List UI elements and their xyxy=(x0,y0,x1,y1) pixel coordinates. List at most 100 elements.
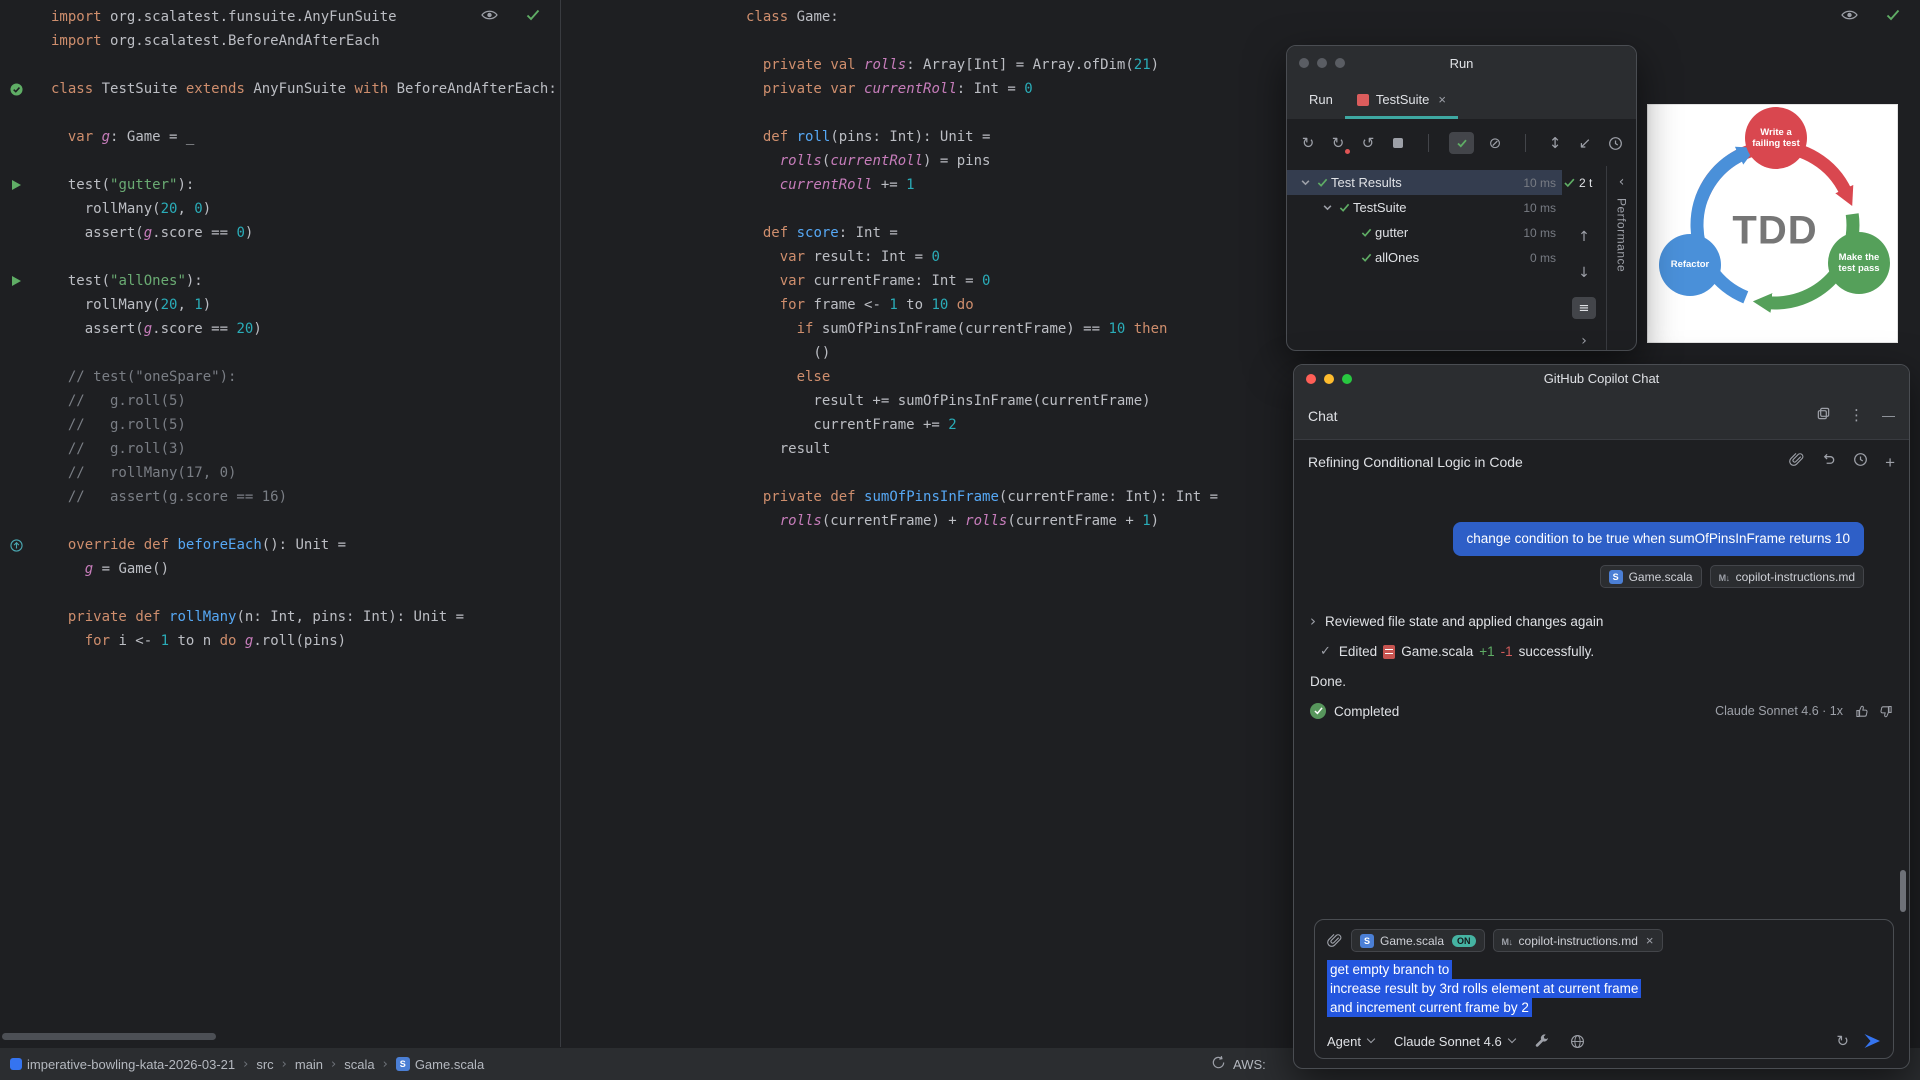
breadcrumb-item[interactable]: SGame.scala xyxy=(396,1057,484,1072)
stop-icon[interactable] xyxy=(1389,131,1407,155)
rerun-failed-icon[interactable]: ↻ xyxy=(1329,131,1347,155)
code-line[interactable] xyxy=(562,29,1920,53)
expand-chevron-icon[interactable]: › xyxy=(1310,612,1316,630)
chat-input-box[interactable]: SGame.scalaONM↓copilot-instructions.md× … xyxy=(1314,919,1894,1059)
web-icon[interactable] xyxy=(1570,1034,1585,1049)
check-gutter[interactable] xyxy=(0,77,51,101)
code-line[interactable] xyxy=(0,53,560,77)
code-line[interactable] xyxy=(0,509,560,533)
rerun-icon[interactable]: ↻ xyxy=(1299,131,1317,155)
highlight-eye-icon[interactable] xyxy=(481,8,498,26)
breadcrumb-item[interactable]: scala xyxy=(344,1057,374,1072)
sort-icon[interactable]: ↕ xyxy=(1546,131,1564,155)
history-icon[interactable] xyxy=(1853,452,1868,472)
close-icon[interactable]: × xyxy=(1646,933,1654,948)
expand-chevron-icon[interactable] xyxy=(1319,203,1335,212)
send-icon[interactable] xyxy=(1863,1033,1881,1049)
attach-icon[interactable] xyxy=(1789,452,1804,472)
window-controls[interactable] xyxy=(1306,374,1352,384)
tab-testsuite[interactable]: TestSuite × xyxy=(1345,80,1458,119)
no-problems-icon[interactable] xyxy=(1886,8,1900,26)
code-line[interactable]: test("gutter"): xyxy=(0,173,560,197)
code-line[interactable]: for i <- 1 to n do g.roll(pins) xyxy=(0,629,560,653)
show-passed-icon[interactable] xyxy=(1449,131,1474,155)
breadcrumb-item[interactable]: main xyxy=(295,1057,323,1072)
next-occurrence-icon[interactable]: ↓ xyxy=(1562,265,1606,281)
close-icon[interactable]: × xyxy=(1438,92,1446,107)
prompt-line[interactable]: and increment current frame by 2 xyxy=(1327,998,1532,1017)
collapse-panel-icon[interactable]: ‹ xyxy=(1607,174,1636,190)
model-selector[interactable]: Claude Sonnet 4.6 xyxy=(1394,1034,1515,1049)
window-controls[interactable] xyxy=(1299,58,1345,68)
code-line[interactable]: g = Game() xyxy=(0,557,560,581)
more-options-icon[interactable]: ⋮ xyxy=(1849,408,1864,423)
code-line[interactable] xyxy=(0,581,560,605)
on-badge[interactable]: ON xyxy=(1452,935,1476,947)
code-line[interactable]: assert(g.score == 20) xyxy=(0,317,560,341)
code-line[interactable]: // test("oneSpare"): xyxy=(0,365,560,389)
tab-run[interactable]: Run xyxy=(1297,80,1345,119)
filter-icon[interactable]: ≡ xyxy=(1572,297,1596,319)
code-line[interactable]: private def rollMany(n: Int, pins: Int):… xyxy=(0,605,560,629)
auto-test-icon[interactable]: ↺ xyxy=(1359,131,1377,155)
expand-panel-icon[interactable]: › xyxy=(1562,333,1606,349)
code-line[interactable]: var g: Game = _ xyxy=(0,125,560,149)
file-ref-chip[interactable]: SGame.scalaON xyxy=(1351,929,1485,952)
code-line[interactable]: override def beforeEach(): Unit = xyxy=(0,533,560,557)
code-line[interactable] xyxy=(0,341,560,365)
agent-step-row[interactable]: › Reviewed file state and applied change… xyxy=(1310,612,1603,630)
prompt-line[interactable]: increase result by 3rd rolls element at … xyxy=(1327,979,1641,998)
test-tree-row[interactable]: gutter10 ms xyxy=(1287,220,1562,245)
resend-icon[interactable]: ↻ xyxy=(1836,1034,1849,1049)
run-tool-window[interactable]: Run Run TestSuite × ↻↻↺⊘↕↙ Test Results1… xyxy=(1286,45,1637,351)
code-line[interactable]: assert(g.score == 0) xyxy=(0,221,560,245)
close-icon[interactable] xyxy=(1306,374,1316,384)
open-in-editor-icon[interactable] xyxy=(1816,406,1831,426)
breadcrumb-item[interactable]: src xyxy=(256,1057,273,1072)
minimize-icon[interactable] xyxy=(1324,374,1334,384)
code-line[interactable]: private val rolls: Array[Int] = Array.of… xyxy=(562,53,1920,77)
file-ref-chip[interactable]: M↓copilot-instructions.md xyxy=(1710,565,1864,588)
test-tree-row[interactable]: allOnes0 ms xyxy=(1287,245,1562,270)
code-line[interactable]: import org.scalatest.funsuite.AnyFunSuit… xyxy=(0,5,560,29)
mode-selector[interactable]: Agent xyxy=(1327,1034,1374,1049)
tools-icon[interactable] xyxy=(1535,1034,1550,1049)
minimize-icon[interactable] xyxy=(1317,58,1327,68)
zoom-icon[interactable] xyxy=(1342,374,1352,384)
prompt-line[interactable]: get empty branch to xyxy=(1327,960,1452,979)
new-chat-icon[interactable]: + xyxy=(1885,454,1895,471)
copilot-chat-window[interactable]: GitHub Copilot Chat Chat ⋮ — Refining Co… xyxy=(1293,364,1910,1069)
code-line[interactable]: // g.roll(5) xyxy=(0,413,560,437)
tab-chat[interactable]: Chat xyxy=(1308,408,1338,424)
run-window-titlebar[interactable]: Run xyxy=(1287,46,1636,80)
history-icon[interactable] xyxy=(1606,131,1624,155)
code-line[interactable] xyxy=(0,101,560,125)
code-line[interactable]: class TestSuite extends AnyFunSuite with… xyxy=(0,77,560,101)
code-line[interactable] xyxy=(0,149,560,173)
code-line[interactable]: rollMany(20, 0) xyxy=(0,197,560,221)
file-ref-chip[interactable]: SGame.scala xyxy=(1600,565,1702,588)
import-icon[interactable]: ↙ xyxy=(1576,131,1594,155)
performance-tab[interactable]: Performance xyxy=(1615,198,1629,272)
code-line[interactable]: // g.roll(3) xyxy=(0,437,560,461)
editor-pane-testsuite[interactable]: import org.scalatest.funsuite.AnyFunSuit… xyxy=(0,0,561,1047)
run-gutter[interactable] xyxy=(0,269,51,293)
edited-file-name[interactable]: Game.scala xyxy=(1401,644,1473,659)
test-tree-row[interactable]: TestSuite10 ms xyxy=(1287,195,1562,220)
expand-chevron-icon[interactable] xyxy=(1297,178,1313,187)
ovr-gutter[interactable] xyxy=(0,533,51,557)
show-ignored-icon[interactable]: ⊘ xyxy=(1486,131,1504,155)
prompt-text-selected[interactable]: get empty branch toincrease result by 3r… xyxy=(1327,960,1881,1017)
undo-icon[interactable] xyxy=(1821,452,1836,472)
attach-icon[interactable] xyxy=(1327,933,1342,948)
thumbs-up-icon[interactable] xyxy=(1855,704,1870,719)
file-ref-chip[interactable]: M↓copilot-instructions.md× xyxy=(1493,929,1663,952)
hide-icon[interactable]: — xyxy=(1882,408,1895,423)
aws-widget[interactable]: AWS: xyxy=(1211,1048,1266,1080)
code-line[interactable]: rollMany(20, 1) xyxy=(0,293,560,317)
code-line[interactable]: class Game: xyxy=(562,5,1920,29)
code-line[interactable]: test("allOnes"): xyxy=(0,269,560,293)
previous-occurrence-icon[interactable]: ↑ xyxy=(1562,229,1606,245)
thumbs-down-icon[interactable] xyxy=(1878,704,1893,719)
code-line[interactable]: import org.scalatest.BeforeAndAfterEach xyxy=(0,29,560,53)
